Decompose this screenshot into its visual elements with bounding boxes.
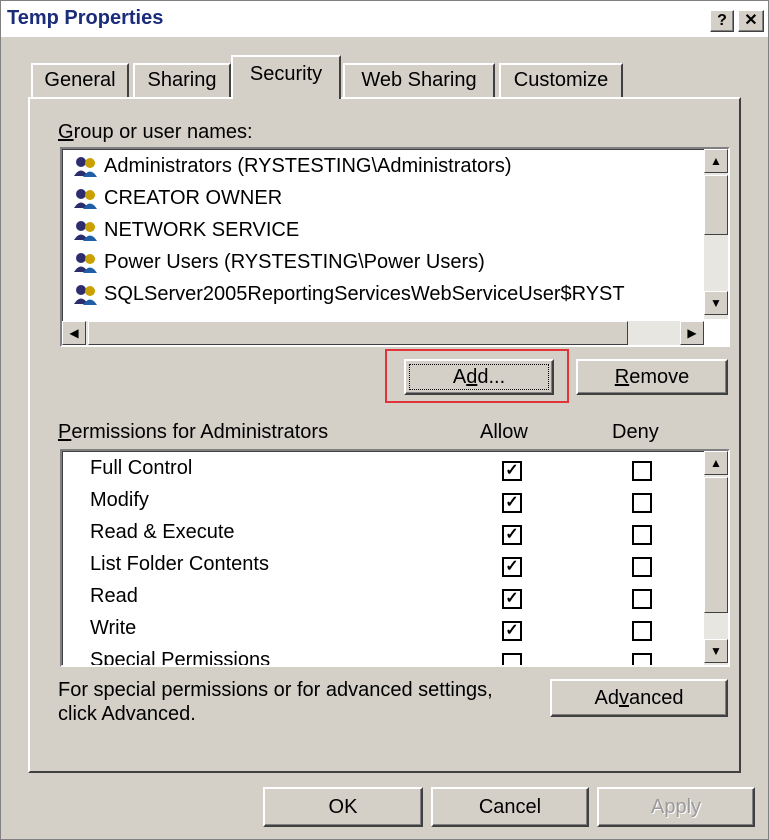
permission-name: List Folder Contents bbox=[90, 553, 269, 575]
users-horizontal-scrollbar[interactable]: ◀ ▶ bbox=[62, 321, 704, 345]
help-button[interactable]: ? bbox=[710, 10, 734, 32]
permission-name: Special Permissions bbox=[90, 649, 271, 667]
allow-list-folder-contents-checkbox[interactable]: ✓ bbox=[502, 557, 522, 577]
advanced-button[interactable]: Advanced bbox=[550, 679, 728, 717]
group-user-listbox[interactable]: Administrators (RYSTESTING\Administrator… bbox=[60, 147, 730, 347]
user-group-icon bbox=[72, 156, 100, 178]
permission-name: Write bbox=[90, 617, 137, 639]
properties-dialog: Temp Properties ? ✕ General Sharing Secu… bbox=[0, 0, 769, 840]
deny-modify-checkbox[interactable] bbox=[632, 493, 652, 513]
user-group-icon bbox=[72, 220, 100, 242]
tab-web-sharing[interactable]: Web Sharing bbox=[343, 63, 495, 97]
list-item[interactable]: NETWORK SERVICE bbox=[72, 219, 299, 251]
allow-special-permissions-checkbox[interactable] bbox=[502, 653, 522, 665]
horizontal-scroll-thumb[interactable] bbox=[88, 321, 628, 345]
advanced-note-line1: For special permissions or for advanced … bbox=[58, 679, 493, 701]
scroll-thumb[interactable] bbox=[704, 175, 728, 235]
tab-customize[interactable]: Customize bbox=[499, 63, 623, 97]
deny-full-control-checkbox[interactable] bbox=[632, 461, 652, 481]
scroll-up-arrow-icon[interactable]: ▲ bbox=[704, 451, 728, 475]
scroll-thumb[interactable] bbox=[704, 477, 728, 613]
allow-modify-checkbox[interactable]: ✓ bbox=[502, 493, 522, 513]
permissions-vertical-scrollbar[interactable]: ▲ ▼ bbox=[704, 451, 728, 665]
scroll-up-arrow-icon[interactable]: ▲ bbox=[704, 149, 728, 173]
tab-general[interactable]: General bbox=[31, 63, 129, 97]
scroll-down-arrow-icon[interactable]: ▼ bbox=[704, 291, 728, 315]
close-button[interactable]: ✕ bbox=[738, 10, 764, 32]
scroll-right-arrow-icon[interactable]: ▶ bbox=[680, 321, 704, 345]
allow-read-execute-checkbox[interactable]: ✓ bbox=[502, 525, 522, 545]
list-item[interactable]: CREATOR OWNER bbox=[72, 187, 282, 219]
group-or-user-names-label: Group or user names: bbox=[58, 121, 253, 143]
permissions-listbox[interactable]: Full Control Modify Read & Execute List … bbox=[60, 449, 730, 667]
allow-column-header: Allow bbox=[480, 421, 528, 443]
users-vertical-scrollbar[interactable]: ▲ ▼ bbox=[704, 149, 728, 319]
tab-sharing[interactable]: Sharing bbox=[133, 63, 231, 97]
deny-column-header: Deny bbox=[612, 421, 659, 443]
allow-full-control-checkbox[interactable]: ✓ bbox=[502, 461, 522, 481]
permission-name: Read bbox=[90, 585, 138, 607]
deny-special-permissions-checkbox[interactable] bbox=[632, 653, 652, 665]
list-item[interactable]: Administrators (RYSTESTING\Administrator… bbox=[72, 155, 702, 187]
ok-button[interactable]: OK bbox=[263, 787, 423, 827]
user-group-icon bbox=[72, 284, 100, 306]
tab-security[interactable]: Security bbox=[231, 55, 341, 99]
deny-list-folder-contents-checkbox[interactable] bbox=[632, 557, 652, 577]
list-item[interactable]: SQLServer2005ReportingServicesWebService… bbox=[72, 283, 625, 315]
window-title: Temp Properties bbox=[7, 7, 164, 29]
allow-read-checkbox[interactable]: ✓ bbox=[502, 589, 522, 609]
title-bar[interactable]: Temp Properties ? ✕ bbox=[1, 1, 768, 37]
allow-write-checkbox[interactable]: ✓ bbox=[502, 621, 522, 641]
deny-write-checkbox[interactable] bbox=[632, 621, 652, 641]
apply-button[interactable]: Apply bbox=[597, 787, 755, 827]
permission-name: Modify bbox=[90, 489, 149, 511]
deny-read-execute-checkbox[interactable] bbox=[632, 525, 652, 545]
cancel-button[interactable]: Cancel bbox=[431, 787, 589, 827]
permissions-label: Permissions for Administrators bbox=[58, 421, 329, 443]
security-tab-page: Group or user names: Administrators (RYS… bbox=[28, 97, 741, 773]
list-item[interactable]: Power Users (RYSTESTING\Power Users) bbox=[72, 251, 485, 283]
scroll-left-arrow-icon[interactable]: ◀ bbox=[62, 321, 86, 345]
remove-button[interactable]: Remove bbox=[576, 359, 728, 395]
deny-read-checkbox[interactable] bbox=[632, 589, 652, 609]
permission-name: Full Control bbox=[90, 457, 193, 479]
advanced-note-line2: click Advanced. bbox=[58, 703, 196, 725]
user-group-icon bbox=[72, 188, 100, 210]
scroll-down-arrow-icon[interactable]: ▼ bbox=[704, 639, 728, 663]
permission-name: Read & Execute bbox=[90, 521, 235, 543]
user-group-icon bbox=[72, 252, 100, 274]
add-button[interactable]: Add... bbox=[404, 359, 554, 395]
